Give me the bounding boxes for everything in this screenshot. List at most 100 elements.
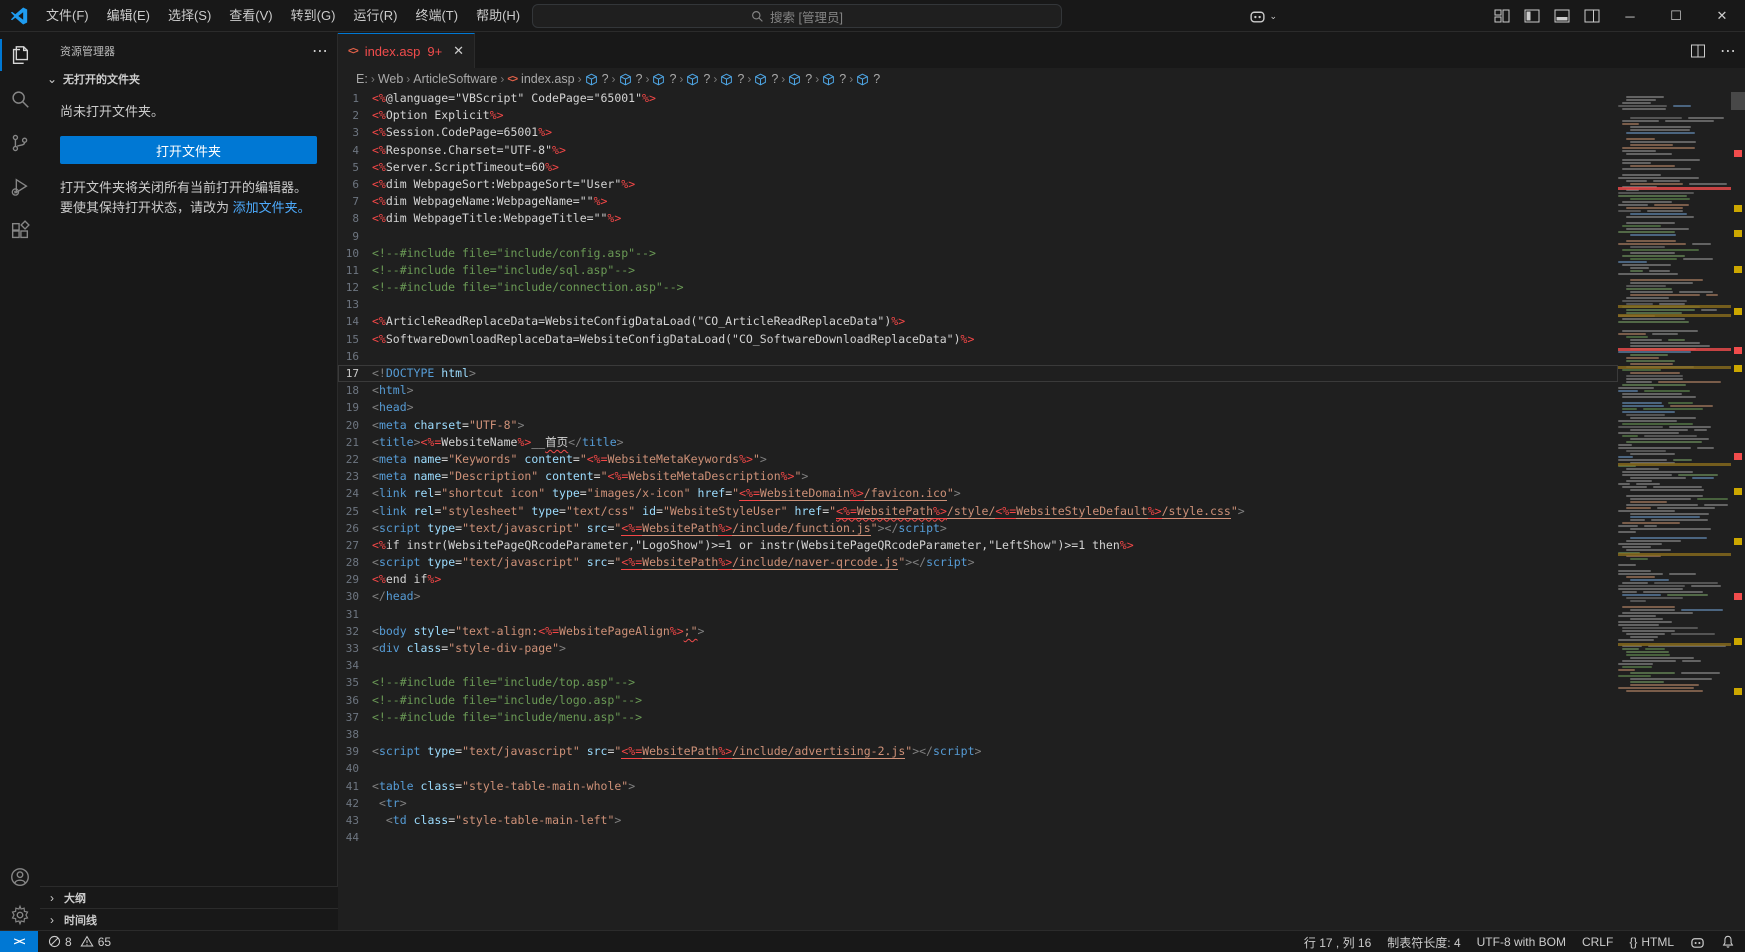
language-mode[interactable]: {}HTML: [1629, 935, 1674, 949]
menu-item-6[interactable]: 终端(T): [406, 5, 467, 27]
minimap-line: [1630, 528, 1711, 530]
split-editor-icon[interactable]: [1690, 43, 1706, 59]
minimap-line: [1618, 387, 1654, 389]
line-number: 40: [338, 760, 372, 777]
tab-bar: <> index.asp 9+ ✕ ⋯: [338, 33, 1745, 68]
copilot-button[interactable]: ⌄: [1249, 8, 1277, 25]
problems-status[interactable]: 8 65: [48, 935, 111, 949]
breadcrumb-item-4[interactable]: ?: [585, 72, 609, 86]
sidebar-more-actions-icon[interactable]: ⋯: [312, 41, 329, 61]
editor-more-actions-icon[interactable]: ⋯: [1720, 41, 1737, 61]
minimap-line: [1622, 150, 1656, 152]
menu-item-1[interactable]: 编辑(E): [98, 5, 159, 27]
minimap-line: [1630, 117, 1682, 119]
search-view-icon[interactable]: [0, 77, 40, 121]
minimap-line: [1658, 381, 1721, 383]
ruler-mark: [1734, 538, 1742, 545]
line-number: 3: [338, 124, 372, 141]
code-line-7: 7<%dim WebpageName:WebpageName=""%>: [338, 193, 1618, 210]
breadcrumb-item-5[interactable]: ?: [619, 72, 643, 86]
notifications-bell-icon[interactable]: [1721, 935, 1735, 949]
line-number: 11: [338, 262, 372, 279]
extensions-icon[interactable]: [0, 209, 40, 253]
minimap-line: [1630, 678, 1712, 680]
minimap-line: [1622, 108, 1666, 110]
minimap-line: [1630, 198, 1690, 200]
breadcrumb-item-11[interactable]: ?: [822, 72, 846, 86]
minimap-line: [1622, 486, 1647, 488]
minimap-line: [1622, 369, 1661, 371]
code-area[interactable]: 1<%@language="VBScript" CodePage="65001"…: [338, 90, 1618, 930]
section-no-folder[interactable]: ⌄ 无打开的文件夹: [40, 68, 337, 90]
menu-item-5[interactable]: 运行(R): [344, 5, 406, 27]
toggle-secondary-sidebar-icon[interactable]: [1577, 4, 1607, 28]
indentation[interactable]: 制表符长度: 4: [1387, 934, 1460, 951]
minimap-line: [1622, 264, 1671, 266]
line-number: 9: [338, 228, 372, 245]
remote-indicator[interactable]: ><: [0, 931, 38, 952]
minimap-line: [1622, 330, 1698, 332]
minimap-line: [1618, 483, 1630, 485]
tab-close-icon[interactable]: ✕: [453, 43, 464, 59]
breadcrumb-item-9[interactable]: ?: [754, 72, 778, 86]
error-icon: [48, 935, 61, 948]
run-debug-icon[interactable]: [0, 165, 40, 209]
remote-icon: ><: [14, 936, 25, 948]
line-number: 18: [338, 382, 372, 399]
encoding[interactable]: UTF-8 with BOM: [1477, 935, 1566, 949]
add-folder-link[interactable]: 添加文件夹。: [233, 200, 311, 215]
close-button[interactable]: ✕: [1699, 0, 1745, 32]
source-control-icon[interactable]: [0, 121, 40, 165]
breadcrumb-item-10[interactable]: ?: [788, 72, 812, 86]
menu-item-3[interactable]: 查看(V): [220, 5, 281, 27]
minimap-line: [1622, 120, 1659, 122]
toggle-primary-sidebar-icon[interactable]: [1517, 4, 1547, 28]
tab-index-asp[interactable]: <> index.asp 9+ ✕: [338, 33, 475, 68]
menu-item-0[interactable]: 文件(F): [37, 5, 98, 27]
minimap-line: [1622, 582, 1648, 584]
toggle-panel-icon[interactable]: [1547, 4, 1577, 28]
menu-item-7[interactable]: 帮助(H): [467, 5, 529, 27]
code-line-15: 15<%SoftwareDownloadReplaceData=WebsiteC…: [338, 331, 1618, 348]
breadcrumb-item-0[interactable]: E:: [356, 72, 368, 86]
breadcrumb-item-8[interactable]: ?: [720, 72, 744, 86]
eol-sequence[interactable]: CRLF: [1582, 935, 1613, 949]
vscode-window: 文件(F)编辑(E)选择(S)查看(V)转到(G)运行(R)终端(T)帮助(H)…: [0, 0, 1745, 952]
open-folder-button[interactable]: 打开文件夹: [60, 136, 317, 164]
customize-layout-icon[interactable]: [1487, 4, 1517, 28]
breadcrumb-item-2[interactable]: ArticleSoftware: [413, 72, 497, 86]
minimap-line: [1630, 270, 1643, 272]
line-number: 28: [338, 554, 372, 571]
maximize-button[interactable]: ☐: [1653, 0, 1699, 32]
menu-item-4[interactable]: 转到(G): [282, 5, 345, 27]
scrollbar-thumb[interactable]: [1731, 92, 1745, 110]
outline-section[interactable]: › 大纲: [40, 886, 338, 908]
minimize-button[interactable]: ─: [1607, 0, 1653, 32]
line-number: 24: [338, 485, 372, 502]
breadcrumb-separator: ›: [679, 72, 683, 86]
breadcrumb-item-12[interactable]: ?: [856, 72, 880, 86]
minimap-highlight-bar: [1618, 553, 1731, 556]
minimap-line: [1626, 240, 1676, 242]
breadcrumb-item-1[interactable]: Web: [378, 72, 403, 86]
line-number: 36: [338, 692, 372, 709]
minimap-line: [1622, 522, 1680, 524]
code-line-36: 36<!--#include file="include/logo.asp"--…: [338, 692, 1618, 709]
timeline-section[interactable]: › 时间线: [40, 908, 338, 930]
menu-item-2[interactable]: 选择(S): [159, 5, 220, 27]
breadcrumb-item-7[interactable]: ?: [686, 72, 710, 86]
ruler-mark: [1734, 308, 1742, 315]
minimap-line: [1622, 318, 1685, 320]
minimap-line: [1622, 201, 1672, 203]
command-center-search[interactable]: 搜索 [管理员]: [532, 4, 1062, 28]
cursor-position[interactable]: 行 17 , 列 16: [1304, 934, 1371, 951]
breadcrumb-item-3[interactable]: <>index.asp: [507, 72, 574, 86]
minimap-line: [1626, 654, 1670, 656]
minimap-line: [1665, 120, 1714, 122]
copilot-status-icon[interactable]: [1690, 935, 1705, 950]
code-line-31: 31: [338, 606, 1618, 623]
code-line-16: 16: [338, 348, 1618, 365]
minimap[interactable]: [1618, 90, 1731, 930]
breadcrumb-item-6[interactable]: ?: [652, 72, 676, 86]
explorer-icon[interactable]: [0, 33, 40, 77]
